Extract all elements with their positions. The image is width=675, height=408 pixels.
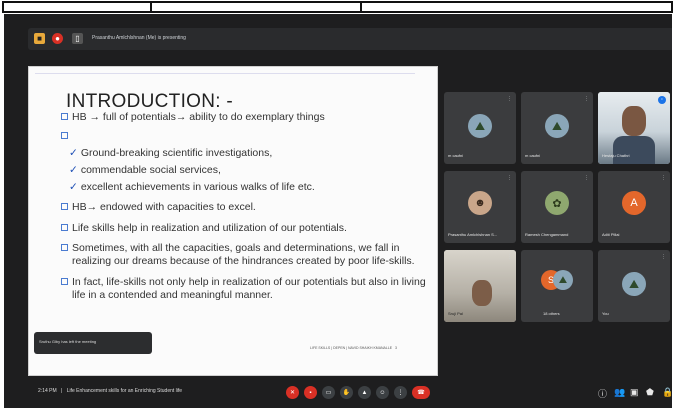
strip-cell — [150, 1, 362, 13]
slide-bullet: HB→ endowed with capacities to excel. — [61, 201, 256, 214]
meeting-title: Life Enhancement skills for an Enriching… — [66, 388, 183, 394]
participant-name: Aditi Pillai — [602, 232, 620, 237]
mic-icon: ⋮ — [507, 254, 512, 260]
mic-icon: ⋮ — [584, 175, 589, 181]
participant-name: Sruji Pal — [448, 311, 463, 316]
presenting-label: Prasanthu Amlchlshnan (Me) is presenting — [92, 35, 186, 41]
strip-cell — [2, 1, 152, 13]
participant-tile[interactable]: ⋮ A Aditi Pillai — [598, 171, 670, 243]
participant-tile-self[interactable]: ⋮ ⛰ You — [598, 250, 670, 322]
checkbox-bullet-icon — [61, 113, 68, 120]
present-button[interactable]: ▲ — [358, 386, 371, 399]
camera-off-button[interactable]: ▪ — [304, 386, 317, 399]
participant-tile[interactable]: ⋮ ☻ Prasanthu Amlchlshnan S... — [444, 171, 516, 243]
reactions-button[interactable]: ☺ — [376, 386, 389, 399]
bottom-bar: 2:14 PM | Life Enhancement skills for an… — [28, 374, 672, 408]
participant-tile[interactable]: ⋮ ⛰ m caufni — [521, 92, 593, 164]
host-controls-icon[interactable]: 🔒 — [662, 387, 672, 398]
avatar: ⛰ — [553, 270, 573, 290]
present-screen-icon: ▯ — [72, 33, 83, 44]
mic-off-button[interactable]: ✕ — [286, 386, 299, 399]
slide-bullet: Sometimes, with all the capacities, goal… — [61, 242, 399, 255]
participant-face — [472, 280, 492, 306]
participant-tile-video[interactable]: • Hestaju Chathri — [598, 92, 670, 164]
mic-icon: ⋮ — [507, 96, 512, 102]
slide-page-number: 3 — [395, 346, 397, 350]
check-icon: ✓ — [69, 147, 78, 159]
presentation-slide: INTRODUCTION: - HB → full of potentials→… — [28, 66, 438, 376]
checkbox-bullet-icon — [61, 224, 68, 231]
activities-icon[interactable]: ⬟ — [646, 387, 654, 398]
others-count: 18 others — [543, 311, 560, 316]
slide-bullet: HB → full of potentials→ ability to do e… — [61, 111, 325, 124]
mic-icon: ⋮ — [661, 254, 666, 260]
checkbox-bullet-icon — [61, 132, 68, 139]
participant-tile[interactable]: S ⛰ 18 others — [521, 250, 593, 322]
leave-call-button[interactable]: ☎ — [412, 386, 430, 399]
participant-shirt — [613, 136, 655, 164]
mic-icon: ⋮ — [661, 175, 666, 181]
mic-icon: ⋮ — [584, 96, 589, 102]
layout-icon[interactable]: ■ — [34, 33, 45, 44]
avatar-initial: A — [622, 191, 646, 215]
avatar: ✿ — [545, 191, 569, 215]
avatar: ⛰ — [468, 114, 492, 138]
check-icon: ✓ — [69, 164, 78, 176]
slide-bullet-continuation: realizing our dreams because of the hind… — [72, 255, 415, 267]
slide-bullet-continuation: life in a contended and meaningful manne… — [72, 289, 273, 301]
participant-face — [622, 106, 646, 136]
people-icon[interactable]: 👥 — [614, 387, 625, 398]
checkbox-bullet-icon — [61, 203, 68, 210]
avatar: ⛰ — [545, 114, 569, 138]
stop-presenting-icon[interactable]: ● — [52, 33, 63, 44]
participant-name: m caufni — [448, 153, 464, 158]
checkbox-bullet-icon — [61, 244, 68, 251]
participant-name: Hestaju Chathri — [602, 153, 630, 158]
slide-bullet: Life skills help in realization and util… — [61, 222, 347, 235]
checkbox-bullet-icon — [61, 278, 68, 285]
presenting-bar: ■ ● ▯ Prasanthu Amlchlshnan (Me) is pres… — [28, 28, 672, 50]
participant-tile-video[interactable]: ⋮ Sruji Pal — [444, 250, 516, 322]
slide-title: INTRODUCTION: - — [66, 91, 234, 112]
info-icon[interactable]: ⓘ — [598, 387, 607, 400]
meeting-time: 2:14 PM — [38, 388, 57, 394]
participant-name: Ramesh Chengammand — [525, 232, 569, 237]
participant-name: Prasanthu Amlchlshnan S... — [448, 232, 498, 237]
avatar: ⛰ — [622, 272, 646, 296]
more-options-button[interactable]: ⋮ — [394, 386, 407, 399]
mic-icon: ⋮ — [507, 175, 512, 181]
participant-name: m caufni — [525, 153, 541, 158]
raise-hand-button[interactable]: ✋ — [340, 386, 353, 399]
slide-divider — [35, 73, 415, 74]
participant-tile[interactable]: ⋮ ⛰ m caufni — [444, 92, 516, 164]
slide-sub-bullet: ✓ excellent achievements in various walks… — [69, 181, 315, 193]
slide-footer: LIFE SKILLS | DEPEN | NAVID SHAIKH KMANA… — [310, 346, 397, 350]
top-strip — [0, 0, 675, 14]
slide-sub-bullet: ✓ commendable social services, — [69, 164, 221, 176]
avatar: ☻ — [468, 191, 492, 215]
captions-button[interactable]: ▭ — [322, 386, 335, 399]
slide-bullet — [61, 130, 72, 143]
meeting-window: ■ ● ▯ Prasanthu Amlchlshnan (Me) is pres… — [4, 14, 672, 408]
meeting-info: 2:14 PM | Life Enhancement skills for an… — [38, 388, 182, 394]
participant-tile[interactable]: ⋮ ✿ Ramesh Chengammand — [521, 171, 593, 243]
chat-icon[interactable]: ▣ — [630, 387, 639, 398]
speaking-icon: • — [658, 96, 666, 104]
strip-cell — [360, 1, 673, 13]
meeting-separator: | — [61, 388, 63, 394]
check-icon: ✓ — [69, 181, 78, 193]
slide-sub-bullet: ✓ Ground-breaking scientific investigatio… — [69, 147, 273, 159]
slide-bullet: In fact, life-skills not only help in re… — [61, 276, 426, 289]
participant-name: You — [602, 311, 609, 316]
left-meeting-toast: Sruthu Glby has left the meeting — [34, 332, 152, 354]
